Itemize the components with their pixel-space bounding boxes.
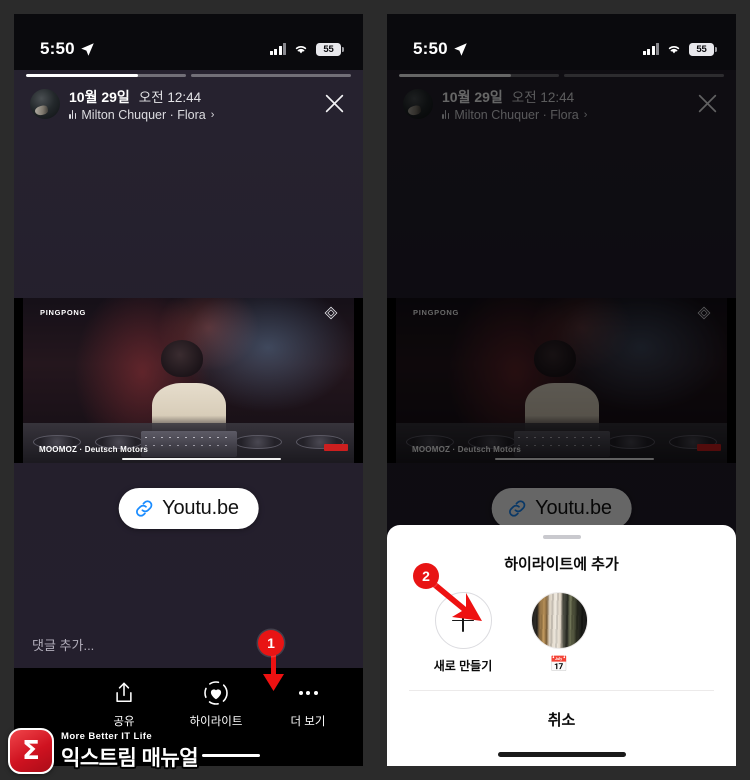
status-bar-right: 5:50 55: [387, 14, 736, 70]
phone-screen-left: 5:50 55 10월 29일 오전 12:44 Milton Chuquer …: [14, 14, 363, 766]
media-badge: [324, 443, 348, 451]
media-brand-bottom-left: MOOMOZ · Deutsch Motors: [39, 444, 149, 454]
status-time-2: 5:50: [413, 39, 448, 58]
chevron-right-icon: ›: [210, 108, 215, 121]
battery-icon: 55: [689, 42, 717, 56]
watermark-tagline: More Better IT Life: [61, 730, 152, 742]
link-sticker-youtube[interactable]: Youtu.be: [118, 487, 259, 529]
status-time: 5:50: [40, 39, 75, 58]
story-date: 10월 29일: [69, 88, 130, 105]
list-item[interactable]: 📅: [511, 592, 607, 672]
cellular-bars-icon: [269, 43, 286, 55]
create-new-highlight-label: 새로 만들기: [433, 659, 493, 673]
screenshot-stage: 5:50 55 10월 29일 오전 12:44 Milton Chuquer …: [0, 0, 750, 780]
story-body-left: PINGPONG MOOMOZ · Deutsch Motors Youtu.b…: [14, 127, 363, 668]
link-chain-icon: [135, 499, 152, 517]
comment-input-placeholder: 댓글 추가...: [32, 638, 95, 653]
watermark-text: More Better IT Life 익스트림 매뉴얼: [61, 730, 261, 772]
story-owner-row[interactable]: 10월 29일 오전 12:44 Milton Chuquer · Flora …: [14, 86, 363, 122]
music-waveform-icon: [69, 110, 77, 119]
story-progress-bar: [14, 70, 363, 86]
location-arrow-icon: [81, 42, 94, 56]
status-bar-left-group: 5:50: [40, 39, 95, 59]
location-arrow-icon: [454, 42, 467, 56]
wifi-icon: [295, 46, 307, 54]
wifi-icon: [668, 46, 680, 54]
battery-level: 55: [323, 43, 334, 55]
highlight-heart-icon: [203, 680, 229, 706]
watermark-rule: [202, 753, 261, 757]
watermark-logo-icon: Σ: [8, 728, 54, 774]
annotation-step-2-badge: 2: [413, 563, 439, 589]
avatar[interactable]: [30, 88, 60, 119]
annotation-step-1-badge: 1: [258, 630, 284, 656]
media-brand-top-left: PINGPONG: [40, 307, 87, 317]
add-to-highlight-sheet: 하이라이트에 추가 새로 만들기 📅 취소: [387, 524, 736, 766]
story-header-left: 10월 29일 오전 12:44 Milton Chuquer · Flora …: [14, 70, 363, 128]
diamond-logo-icon: [324, 306, 338, 319]
status-bar-left: 5:50 55: [14, 14, 363, 70]
media-seek-bar[interactable]: [122, 457, 282, 460]
more-button-label: 더 보기: [290, 715, 326, 728]
status-bar-right-group: 55: [269, 42, 344, 56]
phone-screen-right: 5:50 55 하이라이트에 추가 새로 만들기 📅 취소: [387, 14, 736, 766]
sheet-title: 하이라이트에 추가: [504, 556, 619, 573]
status-bar-left-group-2: 5:50: [413, 39, 468, 59]
share-button-label: 공유: [113, 715, 135, 728]
close-x-icon[interactable]: [319, 89, 349, 119]
highlight-item-label: 📅: [549, 656, 569, 673]
watermark: Σ More Better IT Life 익스트림 매뉴얼: [8, 728, 261, 774]
annotation-arrow-1: [263, 650, 284, 691]
highlight-thumbnail[interactable]: [530, 592, 588, 649]
cellular-bars-icon: [642, 43, 659, 55]
battery-icon: 55: [316, 42, 344, 56]
highlight-button-label: 하이라이트: [189, 715, 243, 728]
story-meta: 10월 29일 오전 12:44 Milton Chuquer · Flora …: [69, 86, 310, 122]
annotation-step-2: 2: [413, 563, 439, 589]
progress-segment-1: [26, 74, 186, 77]
cancel-button-label: 취소: [547, 712, 576, 729]
cancel-button[interactable]: 취소: [387, 691, 736, 752]
highlight-button[interactable]: 하이라이트: [185, 680, 247, 729]
story-music-label: Milton Chuquer · Flora: [81, 107, 206, 122]
status-bar-right-group-2: 55: [642, 42, 717, 56]
battery-level-2: 55: [696, 43, 707, 55]
comment-input-row[interactable]: 댓글 추가...: [14, 622, 363, 668]
story-media[interactable]: PINGPONG MOOMOZ · Deutsch Motors: [14, 297, 363, 463]
watermark-name: 익스트림 매뉴얼: [61, 746, 199, 770]
link-sticker-label: Youtu.be: [162, 496, 239, 519]
watermark-logo-glyph: Σ: [22, 736, 40, 766]
share-upload-icon: [113, 680, 135, 706]
home-indicator: [497, 752, 626, 757]
annotation-step-1: 1: [258, 630, 284, 656]
share-button[interactable]: 공유: [93, 680, 155, 729]
story-time: 오전 12:44: [138, 89, 202, 105]
story-music-row[interactable]: Milton Chuquer · Flora ›: [69, 108, 310, 122]
more-dots-icon: [298, 680, 318, 706]
progress-segment-2: [191, 74, 351, 77]
